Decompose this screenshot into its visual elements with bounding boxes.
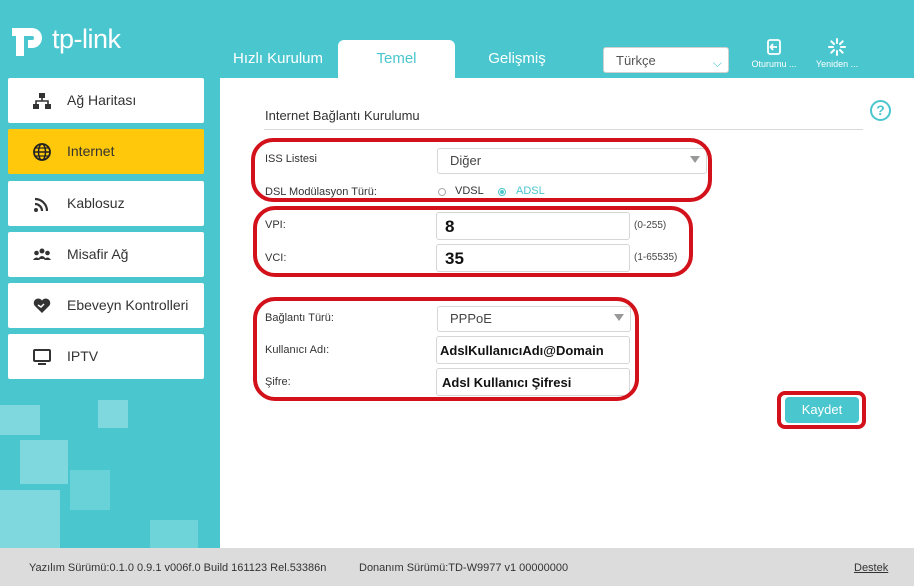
network-map-icon	[33, 93, 51, 109]
reboot-icon	[828, 38, 846, 56]
logout-icon	[767, 39, 781, 55]
chevron-down-icon: ⌵	[712, 56, 722, 70]
guest-network-icon	[33, 248, 51, 260]
reboot-button[interactable]: Yeniden ...	[806, 37, 868, 69]
language-select[interactable]: Türkçe ⌵	[603, 47, 729, 73]
decorative-shape	[0, 490, 60, 548]
reboot-label: Yeniden ...	[815, 59, 859, 69]
decorative-shape	[0, 405, 40, 435]
support-link[interactable]: Destek	[854, 562, 888, 574]
globe-icon	[33, 143, 51, 161]
logout-button[interactable]: Oturumu ...	[743, 37, 805, 69]
decorative-shape	[20, 440, 68, 484]
sidebar-item-network-map[interactable]: Ağ Haritası	[8, 78, 204, 123]
tp-link-logo-icon	[12, 28, 42, 56]
language-value: Türkçe	[616, 53, 656, 68]
sidebar-item-parental-controls[interactable]: Ebeveyn Kontrolleri	[8, 283, 204, 328]
sidebar-item-label: IPTV	[67, 348, 99, 364]
sidebar-item-internet[interactable]: Internet	[8, 129, 204, 174]
sidebar-item-label: Kablosuz	[67, 195, 125, 211]
sidebar-item-label: Internet	[67, 143, 115, 159]
tab-basic[interactable]: Temel	[338, 40, 455, 78]
sidebar-item-guest-network[interactable]: Misafir Ağ	[8, 232, 204, 277]
tab-quick-setup[interactable]: Hızlı Kurulum	[222, 40, 334, 78]
sidebar-item-wireless[interactable]: Kablosuz	[8, 181, 204, 226]
divider	[264, 129, 863, 130]
sidebar-item-label: Misafir Ağ	[67, 246, 129, 262]
footer: Yazılım Sürümü:0.1.0 0.9.1 v006f.0 Build…	[0, 548, 914, 586]
tv-icon	[33, 349, 51, 365]
sidebar-item-iptv[interactable]: IPTV	[8, 334, 204, 379]
firmware-version: Yazılım Sürümü:0.1.0 0.9.1 v006f.0 Build…	[29, 562, 327, 574]
decorative-shape	[150, 520, 198, 548]
sidebar-item-label: Ebeveyn Kontrolleri	[67, 297, 189, 313]
save-button[interactable]: Kaydet	[785, 397, 859, 423]
tp-link-logo: tp-link	[8, 18, 138, 62]
highlight-ring-login	[253, 297, 639, 401]
hardware-version: Donanım Sürümü:TD-W9977 v1 00000000	[359, 562, 569, 574]
parental-control-icon	[33, 298, 51, 313]
tab-advanced[interactable]: Gelişmiş	[462, 40, 572, 78]
wireless-icon	[34, 197, 49, 212]
sidebar-item-label: Ağ Haritası	[67, 92, 137, 108]
logout-label: Oturumu ...	[751, 59, 797, 69]
decorative-shape	[70, 470, 110, 510]
logo-text: tp-link	[52, 24, 121, 54]
help-icon[interactable]: ?	[870, 100, 891, 121]
highlight-ring-isp	[251, 138, 712, 202]
decorative-shape	[98, 400, 128, 428]
highlight-ring-vpi-vci	[253, 206, 693, 277]
page-title: Internet Bağlantı Kurulumu	[265, 108, 420, 123]
